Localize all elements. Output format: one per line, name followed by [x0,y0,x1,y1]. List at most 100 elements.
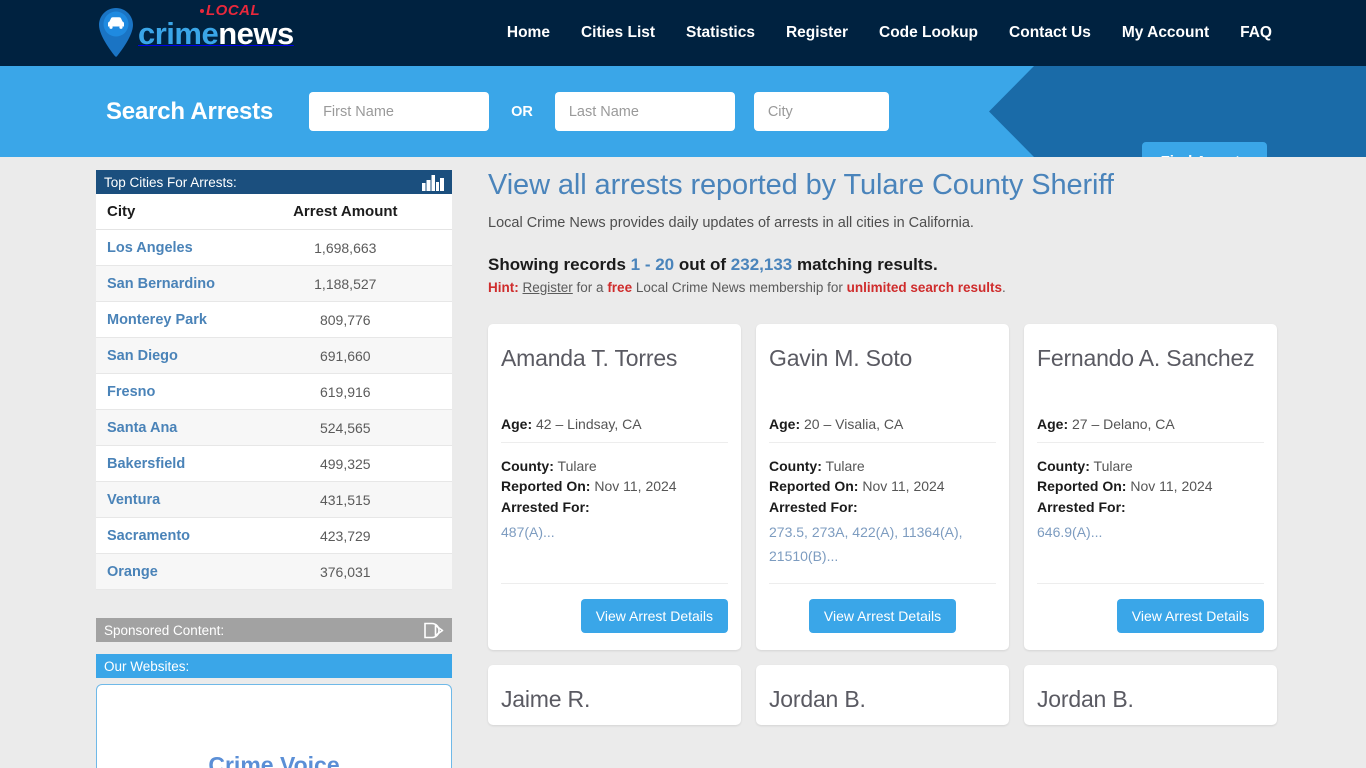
card-footer: View Arrest Details [769,582,996,633]
hint-end: . [1001,280,1006,295]
showing-prefix: Showing records [488,255,631,274]
reported-on-label: Reported On: [1037,478,1127,495]
table-row[interactable]: Ventura 431,515 [96,481,452,518]
main-navigation: Home Cities List Statistics Register Cod… [507,24,1272,42]
arrest-card[interactable]: Jordan B. [756,664,1009,725]
search-arrests-bar: Search Arrests OR Only one field is requ… [0,66,1366,157]
city-input[interactable] [753,92,889,131]
nav-item-code-lookup[interactable]: Code Lookup [879,24,978,42]
sidebar: Top Cities For Arrests: City Arrest Amou… [96,170,452,768]
arrest-amount: 376,031 [261,553,452,590]
age-value: 42 [536,416,552,432]
reported-on-value: Nov 11, 2024 [862,478,945,495]
arrestee-age-location: Age: 27 – Delano, CA [1037,416,1264,443]
arrest-card[interactable]: Gavin M. Soto Age: 20 – Visalia, CA Coun… [756,324,1009,650]
table-row[interactable]: Orange 376,031 [96,553,452,590]
arrest-amount: 524,565 [261,409,452,446]
sponsored-content-header: Sponsored Content: [96,618,452,642]
charges-value: 487(A)... [501,523,555,540]
city-link-sacramento[interactable]: Sacramento [107,528,190,544]
our-websites-label: Our Websites: [104,658,190,674]
table-row[interactable]: San Diego 691,660 [96,337,452,374]
table-row[interactable]: Santa Ana 524,565 [96,409,452,446]
arrestee-name: Jordan B. [769,685,866,712]
arrest-amount: 619,916 [261,373,452,410]
website-card-crime-voice[interactable]: Crime Voice [96,684,452,768]
city-link-orange[interactable]: Orange [107,564,158,580]
arrest-card[interactable]: Jordan B. [1024,664,1277,725]
arrestee-age-location: Age: 42 – Lindsay, CA [501,416,728,443]
age-value: 27 [1072,416,1088,432]
nav-item-cities-list[interactable]: Cities List [581,24,655,42]
logo-crime-text: crime [138,15,219,51]
website-card-label: Crime Voice [208,752,340,768]
county-value: Tulare [557,458,597,474]
card-footer: View Arrest Details [1037,582,1264,633]
view-arrest-details-button[interactable]: View Arrest Details [1116,598,1264,633]
charges-value: 646.9(A)... [1037,523,1103,540]
site-logo[interactable]: LOCAL crimenews [96,0,294,66]
results-count: Showing records 1 - 20 out of 232,133 ma… [488,255,1278,275]
arrestee-name: Jordan B. [1037,685,1134,712]
city-link-santa-ana[interactable]: Santa Ana [107,420,177,436]
city-link-monterey-park[interactable]: Monterey Park [107,312,207,328]
arrested-for-label: Arrested For: [501,498,590,515]
nav-item-register[interactable]: Register [786,24,848,42]
table-row[interactable]: San Bernardino 1,188,527 [96,265,452,302]
nav-item-faq[interactable]: FAQ [1240,24,1272,42]
page-body: Top Cities For Arrests: City Arrest Amou… [0,157,1366,768]
city-link-los-angeles[interactable]: Los Angeles [107,240,193,256]
find-arrests-button[interactable]: Find Arrests [1142,142,1267,157]
reported-on-value: Nov 11, 2024 [594,478,677,495]
city-link-bakersfield[interactable]: Bakersfield [107,456,185,472]
city-link-san-bernardino[interactable]: San Bernardino [107,276,215,292]
table-row[interactable]: Fresno 619,916 [96,373,452,410]
arrest-card[interactable]: Fernando A. Sanchez Age: 27 – Delano, CA… [1024,324,1277,650]
arrest-card[interactable]: Jaime R. [488,664,741,725]
nav-item-statistics[interactable]: Statistics [686,24,755,42]
age-value: 20 [804,416,820,432]
arrested-for-label: Arrested For: [769,498,858,515]
reported-on-label: Reported On: [769,478,859,495]
card-footer: View Arrest Details [501,582,728,633]
top-cities-header-label: Top Cities For Arrests: [104,174,237,190]
arrestee-name: Fernando A. Sanchez [1037,345,1255,371]
logo-wordmark: LOCAL crimenews [138,3,294,51]
table-row[interactable]: Bakersfield 499,325 [96,445,452,482]
logo-news-text: news [218,15,294,51]
top-cities-header: Top Cities For Arrests: [96,170,452,194]
showing-total: 232,133 [730,255,793,274]
sidebar-spacer [96,590,452,618]
first-name-input[interactable] [309,92,490,131]
reported-on-value: Nov 11, 2024 [1130,478,1213,495]
view-arrest-details-button[interactable]: View Arrest Details [808,598,957,633]
nav-item-contact-us[interactable]: Contact Us [1009,24,1091,42]
nav-item-home[interactable]: Home [507,24,550,42]
reported-on-label: Reported On: [501,478,591,495]
table-row[interactable]: Sacramento 423,729 [96,517,452,554]
page-subtitle: Local Crime News provides daily updates … [488,215,974,231]
column-header-arrest-amount: Arrest Amount [261,194,452,230]
last-name-input[interactable] [554,92,735,131]
county-label: County: [501,458,554,474]
adchoices-icon[interactable] [424,622,444,639]
arrestee-age-location: Age: 20 – Visalia, CA [769,416,996,443]
arrest-card[interactable]: Amanda T. Torres Age: 42 – Lindsay, CA C… [488,324,741,650]
hint-mid-1: for a [572,280,608,295]
city-skyline-icon [422,174,444,191]
city-link-fresno[interactable]: Fresno [107,384,155,400]
city-link-san-diego[interactable]: San Diego [107,348,178,364]
search-arrests-title: Search Arrests [106,97,274,125]
hint-mid-2: Local Crime News membership for [632,280,847,295]
hint-register-link[interactable]: Register [523,280,573,295]
arrest-amount: 691,660 [261,337,452,374]
nav-item-my-account[interactable]: My Account [1122,24,1209,42]
view-arrest-details-button[interactable]: View Arrest Details [580,598,728,633]
site-header: LOCAL crimenews Home Cities List Statist… [0,0,1366,66]
table-row[interactable]: Monterey Park 809,776 [96,301,452,338]
city-link-ventura[interactable]: Ventura [107,492,160,508]
our-websites-header: Our Websites: [96,654,452,678]
table-row[interactable]: Los Angeles 1,698,663 [96,229,452,266]
showing-suffix: matching results. [792,255,938,274]
